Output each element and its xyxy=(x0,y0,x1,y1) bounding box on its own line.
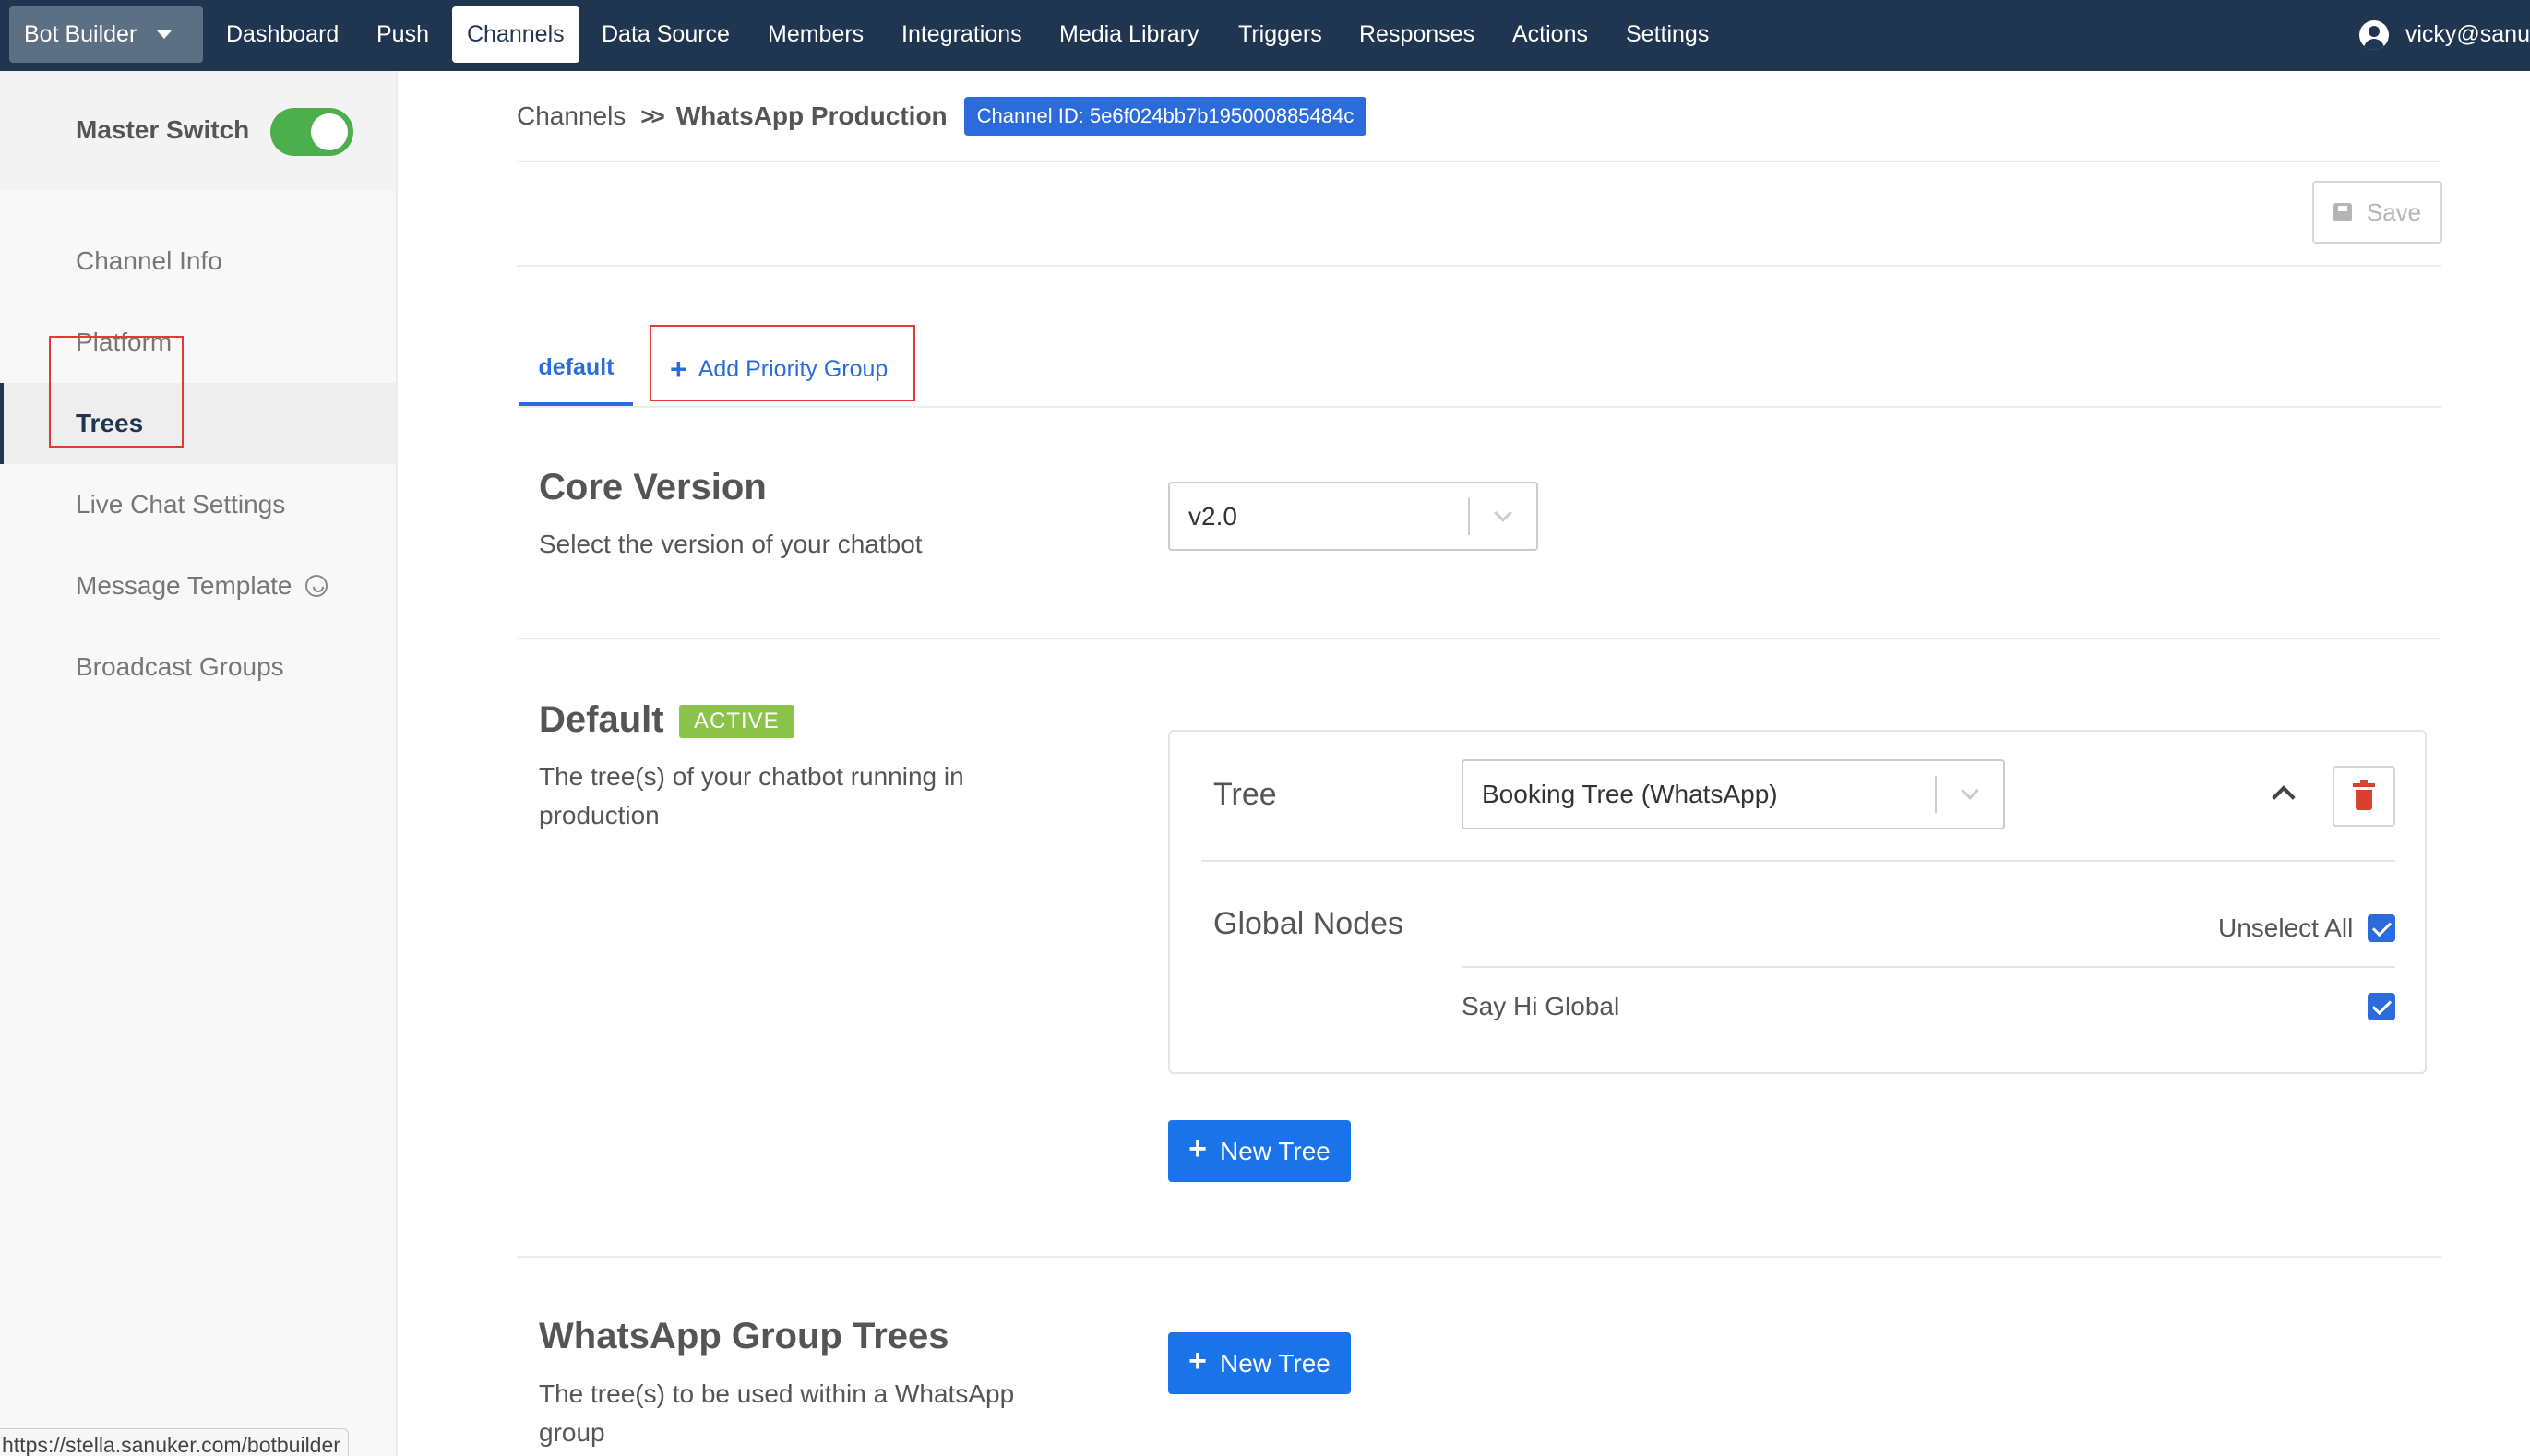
nav-dashboard[interactable]: Dashboard xyxy=(226,6,339,63)
whatsapp-group-trees-description: The tree(s) to be used within a WhatsApp… xyxy=(539,1379,1015,1447)
plus-icon: + xyxy=(1188,1131,1208,1166)
nav-triggers[interactable]: Triggers xyxy=(1238,6,1322,63)
caret-down-icon xyxy=(157,30,173,39)
user-name: vicky@sanu xyxy=(2405,21,2530,47)
core-version-select[interactable]: v2.0 xyxy=(1168,482,1538,551)
save-disk-icon xyxy=(2333,203,2352,221)
core-version-description: Select the version of your chatbot xyxy=(539,530,923,558)
nav-channels[interactable]: Channels xyxy=(452,6,579,63)
tree-label: Tree xyxy=(1213,777,1277,812)
highlight-box-trees xyxy=(49,336,184,448)
nav-responses[interactable]: Responses xyxy=(1359,6,1474,63)
channel-id-badge: Channel ID: 5e6f024bb7b195000885484c xyxy=(963,97,1367,136)
tabs-divider xyxy=(517,406,2441,408)
active-badge: ACTIVE xyxy=(679,705,794,738)
sidebar-item-channel-info[interactable]: Channel Info xyxy=(0,221,396,302)
bot-builder-dropdown[interactable]: Bot Builder xyxy=(9,6,203,63)
nav-data-source[interactable]: Data Source xyxy=(602,6,730,63)
tree-select-value: Booking Tree (WhatsApp) xyxy=(1482,780,1778,808)
sidebar-item-message-template[interactable]: Message Template xyxy=(0,545,396,627)
tab-default[interactable]: default xyxy=(519,332,633,406)
divider xyxy=(517,265,2441,267)
whatsapp-icon xyxy=(304,575,328,597)
divider xyxy=(517,638,2441,639)
breadcrumb-channels[interactable]: Channels xyxy=(517,101,626,131)
card-divider xyxy=(1462,966,2395,968)
status-bar-url: https://stella.sanuker.com/botbuilder xyxy=(0,1428,349,1456)
nav-members[interactable]: Members xyxy=(768,6,864,63)
sidebar-item-live-chat-settings[interactable]: Live Chat Settings xyxy=(0,464,396,545)
new-tree-label: New Tree xyxy=(1220,1136,1331,1165)
user-menu[interactable]: vicky@sanu xyxy=(2358,6,2530,63)
new-tree-button[interactable]: + New Tree xyxy=(1168,1120,1351,1182)
nav-media-library[interactable]: Media Library xyxy=(1059,6,1199,63)
unselect-all-label: Unselect All xyxy=(2218,913,2354,942)
chevron-down-icon xyxy=(1937,782,2003,800)
sidebar: Master Switch Channel Info Platform Tree… xyxy=(0,71,398,1456)
save-button-label: Save xyxy=(2366,197,2422,226)
global-nodes-label: Global Nodes xyxy=(1213,906,1404,941)
double-chevron-right-icon: >> xyxy=(640,101,664,130)
delete-tree-button[interactable] xyxy=(2333,766,2395,827)
master-switch-row: Master Switch xyxy=(0,71,396,191)
sidebar-item-label: Message Template xyxy=(76,571,292,600)
core-version-value: v2.0 xyxy=(1188,501,1237,531)
toggle-knob xyxy=(311,113,348,150)
top-nav-bar: Bot Builder Dashboard Push Channels Data… xyxy=(0,0,2530,71)
chevron-down-icon xyxy=(1470,503,1536,522)
bot-builder-label: Bot Builder xyxy=(24,21,137,47)
divider xyxy=(517,161,2441,162)
whatsapp-group-trees-title: WhatsApp Group Trees xyxy=(539,1316,949,1356)
divider xyxy=(517,1256,2441,1258)
core-version-title: Core Version xyxy=(539,467,767,507)
save-button[interactable]: Save xyxy=(2312,181,2442,244)
user-avatar-icon xyxy=(2358,19,2389,50)
card-divider xyxy=(1201,860,2395,862)
breadcrumb: Channels >> WhatsApp Production Channel … xyxy=(517,97,1367,136)
nav-push[interactable]: Push xyxy=(376,6,429,63)
sidebar-item-broadcast-groups[interactable]: Broadcast Groups xyxy=(0,627,396,708)
global-node-name: Say Hi Global xyxy=(1462,992,1620,1020)
master-switch-label: Master Switch xyxy=(76,115,250,144)
default-section-description: The tree(s) of your chatbot running in p… xyxy=(539,762,964,829)
whatsapp-group-new-tree-button[interactable]: + New Tree xyxy=(1168,1332,1351,1394)
new-tree-label: New Tree xyxy=(1220,1348,1331,1378)
trash-icon xyxy=(2353,780,2375,810)
plus-icon: + xyxy=(1188,1343,1208,1378)
unselect-all-checkbox[interactable] xyxy=(2368,914,2395,942)
nav-integrations[interactable]: Integrations xyxy=(901,6,1022,63)
highlight-box-add-priority-group xyxy=(650,325,915,401)
default-section-title: Default xyxy=(539,699,664,740)
nav-actions[interactable]: Actions xyxy=(1512,6,1588,63)
tree-select[interactable]: Booking Tree (WhatsApp) xyxy=(1462,759,2005,829)
global-node-checkbox[interactable] xyxy=(2368,993,2395,1020)
breadcrumb-current: WhatsApp Production xyxy=(675,101,948,130)
nav-settings[interactable]: Settings xyxy=(1626,6,1709,63)
master-switch-toggle[interactable] xyxy=(270,108,353,156)
